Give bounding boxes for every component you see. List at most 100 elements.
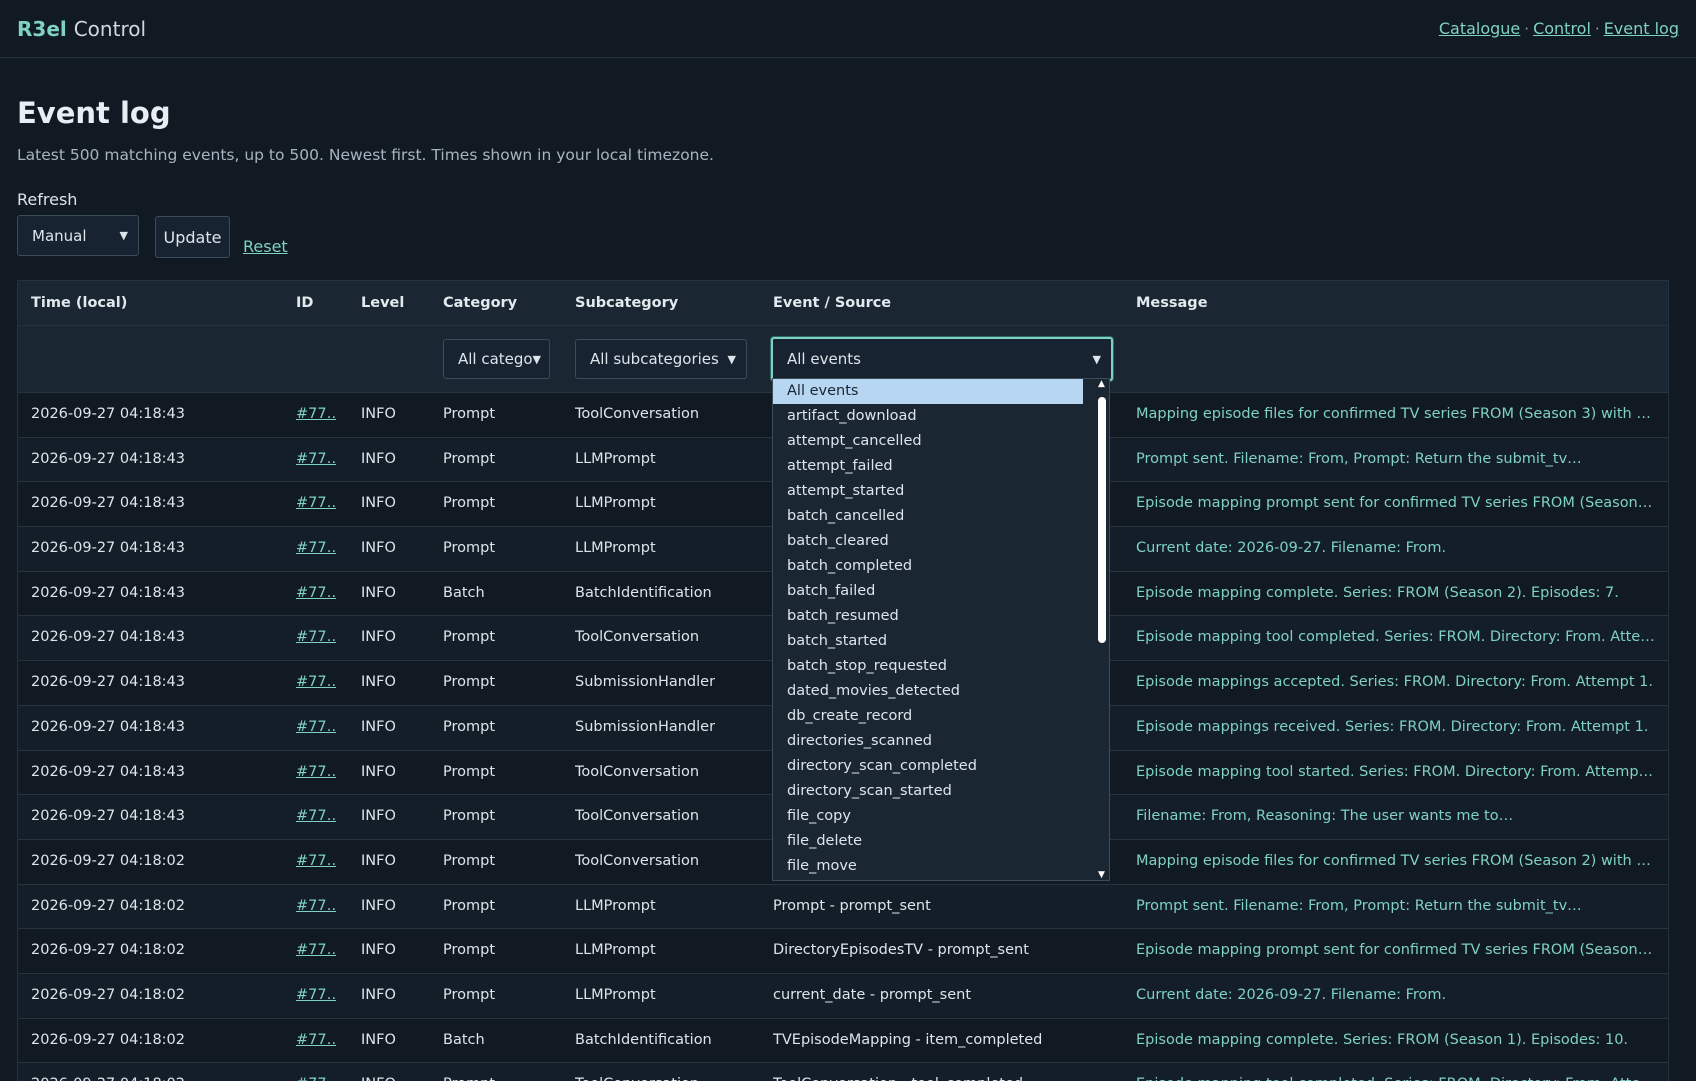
cell-category: Prompt: [443, 718, 496, 735]
nav-catalogue[interactable]: Catalogue: [1439, 19, 1520, 38]
cell-id-link[interactable]: #77…: [296, 629, 336, 645]
header-message: Message: [1136, 295, 1208, 311]
dropdown-option[interactable]: dated_movies_detected: [773, 679, 1083, 704]
app-brand[interactable]: R3el Control: [17, 17, 146, 41]
cell-level: INFO: [361, 808, 396, 825]
dropdown-option[interactable]: batch_started: [773, 629, 1083, 654]
cell-subcategory: ToolConversation: [575, 406, 700, 422]
brand-main: R3el: [17, 16, 67, 41]
cell-id-link[interactable]: #77…: [296, 540, 336, 556]
dropdown-option[interactable]: file_delete: [773, 829, 1083, 854]
category-filter-select[interactable]: All categories ▼: [443, 339, 550, 379]
cell-id-link[interactable]: #77…: [296, 495, 336, 511]
page-title: Event log: [17, 96, 171, 130]
cell-id-link[interactable]: #77…: [296, 898, 336, 914]
cell-subcategory: BatchIdentification: [575, 584, 712, 601]
dropdown-option[interactable]: batch_cleared: [773, 529, 1083, 554]
cell-id-link[interactable]: #77…: [296, 406, 336, 422]
dropdown-option[interactable]: attempt_started: [773, 479, 1083, 504]
dropdown-option[interactable]: artifact_download: [773, 404, 1083, 429]
dropdown-option[interactable]: All events: [773, 379, 1083, 404]
scrollbar-thumb[interactable]: [1098, 397, 1106, 643]
cell-id-link[interactable]: #77…: [296, 808, 336, 824]
cell-message: Filename: From, Reasoning: The user want…: [1136, 808, 1514, 825]
cell-level: INFO: [361, 450, 396, 467]
table-row: 2026-09-27 04:18:02 #77… INFO Batch BatchIde…: [18, 1018, 1668, 1064]
dropdown-option[interactable]: db_create_record: [773, 704, 1083, 729]
cell-subcategory: BatchIdentification: [575, 1031, 712, 1048]
cell-subcategory: LLMPrompt: [575, 942, 656, 959]
cell-event-source: ToolConversation - tool_completed: [773, 1076, 1023, 1081]
table-header: Time (local) ID Level Category Subcatego…: [18, 281, 1668, 326]
cell-category: Prompt: [443, 495, 496, 512]
cell-time: 2026-09-27 04:18:43: [31, 406, 185, 422]
cell-time: 2026-09-27 04:18:43: [31, 763, 185, 780]
dropdown-option[interactable]: batch_resumed: [773, 604, 1083, 629]
cell-id-link[interactable]: #77…: [296, 764, 336, 780]
subcategory-filter-select[interactable]: All subcategories ▼: [575, 339, 747, 379]
nav-control[interactable]: Control: [1533, 19, 1591, 38]
cell-category: Prompt: [443, 1076, 495, 1081]
cell-subcategory: LLMPrompt: [575, 495, 656, 512]
scroll-down-arrow-icon[interactable]: ▼: [1098, 870, 1105, 880]
dropdown-option[interactable]: directory_scan_completed: [773, 754, 1083, 779]
reset-link[interactable]: Reset: [243, 237, 288, 256]
nav-separator: ·: [1524, 20, 1530, 38]
event-filter-select[interactable]: All events ▼: [771, 337, 1113, 381]
event-filter-value: All events: [787, 350, 861, 368]
cell-id-link[interactable]: #77…: [296, 674, 336, 690]
dropdown-option[interactable]: file_copy: [773, 804, 1083, 829]
cell-subcategory: ToolConversation: [575, 629, 700, 646]
cell-id-link[interactable]: #77…: [296, 585, 336, 601]
cell-subcategory: LLMPrompt: [575, 540, 656, 557]
chevron-down-icon: ▼: [1092, 352, 1101, 366]
cell-id-link[interactable]: #77…: [296, 942, 336, 958]
cell-message: Episode mappings accepted. Series: FROM.…: [1136, 674, 1654, 691]
top-bar: R3el Control Catalogue · Control · Event log: [0, 0, 1696, 58]
cell-category: Prompt: [443, 629, 496, 646]
dropdown-option[interactable]: batch_failed: [773, 579, 1083, 604]
page-subtitle: Latest 500 matching events, up to 500. N…: [17, 146, 714, 164]
event-filter-dropdown[interactable]: All events artifact_download attempt_cance…: [772, 378, 1110, 881]
cell-time: 2026-09-27 04:18:02: [31, 1076, 185, 1081]
cell-id-link[interactable]: #77…: [296, 451, 336, 467]
header-category: Category: [443, 295, 518, 311]
cell-message: Mapping episode files for confirmed TV s…: [1136, 406, 1656, 422]
cell-message: Episode mapping complete. Series: FROM (…: [1136, 584, 1619, 601]
nav-event-log[interactable]: Event log: [1604, 19, 1679, 38]
dropdown-option[interactable]: directories_scanned: [773, 729, 1083, 754]
cell-id-link[interactable]: #77…: [296, 719, 336, 735]
dropdown-option[interactable]: batch_stop_requested: [773, 654, 1083, 679]
update-button[interactable]: Update: [155, 216, 230, 258]
table-row: 2026-09-27 04:18:02 #77… INFO Prompt LLMProm…: [18, 973, 1668, 1019]
cell-category: Prompt: [443, 942, 496, 959]
cell-level: INFO: [361, 942, 396, 959]
dropdown-option[interactable]: attempt_failed: [773, 454, 1083, 479]
cell-level: INFO: [361, 584, 396, 601]
cell-level: INFO: [361, 406, 396, 422]
dropdown-option[interactable]: batch_cancelled: [773, 504, 1083, 529]
cell-category: Prompt: [443, 808, 496, 825]
cell-message: Prompt sent. Filename: From, Prompt: Ret…: [1136, 450, 1582, 467]
cell-level: INFO: [361, 763, 396, 780]
dropdown-scrollbar[interactable]: ▲ ▼: [1095, 379, 1109, 880]
cell-time: 2026-09-27 04:18:43: [31, 540, 185, 557]
cell-time: 2026-09-27 04:18:02: [31, 852, 185, 869]
cell-time: 2026-09-27 04:18:43: [31, 674, 185, 691]
scroll-up-arrow-icon[interactable]: ▲: [1098, 379, 1105, 389]
cell-id-link[interactable]: #77…: [296, 987, 336, 1003]
cell-id-link[interactable]: #77…: [296, 1032, 336, 1048]
cell-level: INFO: [361, 852, 396, 869]
cell-id-link[interactable]: #77…: [296, 853, 336, 869]
cell-subcategory: SubmissionHandler: [575, 718, 716, 735]
cell-category: Prompt: [443, 450, 496, 467]
dropdown-option[interactable]: directory_scan_started: [773, 779, 1083, 804]
dropdown-option[interactable]: attempt_cancelled: [773, 429, 1083, 454]
dropdown-option[interactable]: batch_completed: [773, 554, 1083, 579]
table-row: 2026-09-27 04:18:02 #77… INFO Prompt ToolCon…: [18, 1063, 1668, 1081]
cell-id-link[interactable]: #77…: [296, 1076, 336, 1081]
table-row: 2026-09-27 04:18:02 #77… INFO Prompt LLMProm…: [18, 884, 1668, 930]
dropdown-option[interactable]: file_move: [773, 854, 1083, 879]
cell-time: 2026-09-27 04:18:43: [31, 495, 185, 512]
refresh-select[interactable]: Manual ▼: [17, 215, 139, 256]
